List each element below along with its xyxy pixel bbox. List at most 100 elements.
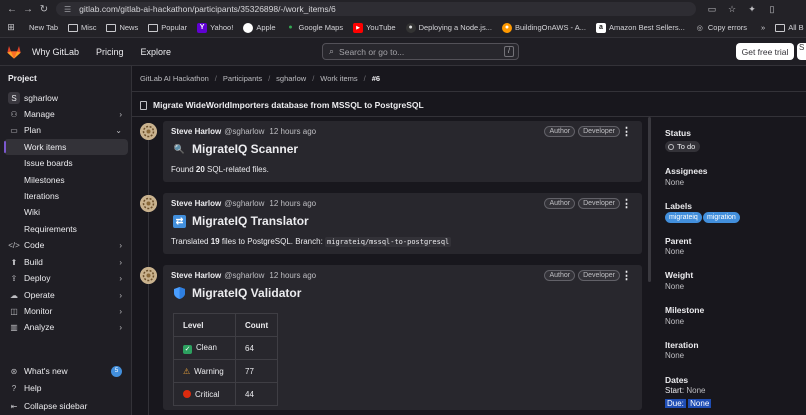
bookmark-youtube[interactable]: ▶ YouTube (353, 22, 396, 33)
chevron-right-icon: › (119, 240, 122, 250)
divider (132, 116, 806, 117)
search-icon: ⌕ (329, 46, 335, 56)
search-input[interactable]: ⌕ Search or go to... / (322, 43, 519, 60)
dates-heading: Dates (665, 375, 689, 385)
note-handle[interactable]: @sgharlow (224, 127, 264, 136)
yahoo-icon: Y (197, 22, 208, 33)
nav-pricing[interactable]: Pricing (96, 47, 124, 57)
avatar[interactable] (140, 123, 157, 140)
avatar[interactable] (140, 267, 157, 284)
role-badge: Developer (578, 198, 620, 209)
iteration-heading: Iteration (665, 340, 699, 350)
more-bookmarks-icon[interactable]: » (761, 23, 765, 32)
label-pill[interactable]: migration (703, 212, 740, 223)
table-row: ✓ Clean 64 (173, 336, 279, 360)
magnifier-icon: 🔍 (173, 143, 186, 154)
breadcrumb-item[interactable]: Work items (320, 74, 357, 83)
note-body: Translated 19 files to PostgreSQL. Branc… (171, 237, 452, 247)
scrollbar-thumb[interactable] (648, 117, 651, 282)
bookmark-new-tab[interactable]: New Tab (29, 23, 58, 32)
note-timestamp[interactable]: 12 hours ago (269, 199, 316, 208)
whats-new-button[interactable]: ⊛ What's new 5 (4, 363, 128, 379)
sidebar-item-deploy[interactable]: ⇪ Deploy › (4, 270, 128, 286)
column-header-count: Count (234, 313, 279, 337)
bookmark-google-maps[interactable]: ● Google Maps (286, 23, 343, 33)
bookmark-copy-errors[interactable]: ◎ Copy errors (695, 23, 747, 33)
sidebar-item-issue-boards[interactable]: Issue boards (4, 155, 128, 171)
nav-explore[interactable]: Explore (141, 47, 172, 57)
bookmark-popular[interactable]: Popular (148, 23, 187, 32)
breadcrumb-item[interactable]: sgharlow (276, 74, 306, 83)
breadcrumb-item[interactable]: Participants (223, 74, 262, 83)
apple-icon (243, 22, 254, 33)
gitlab-top-bar: Why GitLab Pricing Explore ⌕ Search or g… (0, 38, 806, 66)
url-text: gitlab.com/gitlab-ai-hackathon/participa… (79, 4, 336, 14)
bookmark-news[interactable]: News (106, 23, 138, 32)
extensions-icon[interactable]: ✦ (744, 4, 760, 15)
bookmark-deploying-node[interactable]: ● Deploying a Node.js... (405, 22, 492, 33)
avatar[interactable] (140, 195, 157, 212)
sidebar-item-iterations[interactable]: Iterations (4, 188, 128, 204)
profile-icon[interactable]: ▯ (764, 4, 780, 15)
sidebar-item-code[interactable]: </> Code › (4, 237, 128, 253)
author-badge: Author (544, 198, 576, 209)
reload-icon[interactable]: ↻ (36, 0, 52, 18)
note-timestamp[interactable]: 12 hours ago (269, 127, 316, 136)
plan-icon: ▭ (10, 125, 18, 135)
rocket-icon: ⬆ (10, 257, 18, 267)
site-info-icon[interactable]: ☰ (64, 5, 71, 14)
sidebar-item-analyze[interactable]: ▥ Analyze › (4, 319, 128, 335)
star-icon[interactable]: ☆ (724, 4, 740, 15)
folder-icon (148, 23, 159, 32)
bookmark-misc[interactable]: Misc (68, 23, 96, 32)
content-scrollbar[interactable] (648, 117, 651, 415)
sign-in-button[interactable]: S (797, 43, 806, 60)
labels-heading: Labels (665, 201, 692, 211)
status-badge[interactable]: To do (665, 141, 701, 152)
sidebar-item-monitor[interactable]: ◫ Monitor › (4, 303, 128, 319)
site-icon: ● (501, 22, 512, 33)
gitlab-logo-icon[interactable] (6, 44, 22, 60)
note-author[interactable]: Steve Harlow (171, 127, 221, 136)
nav-why-gitlab[interactable]: Why GitLab (32, 47, 79, 57)
back-icon[interactable]: ← (4, 0, 20, 18)
apps-grid-icon[interactable]: ⊞ (6, 22, 19, 33)
url-field[interactable]: ☰ gitlab.com/gitlab-ai-hackathon/partici… (56, 2, 696, 16)
help-button[interactable]: ? Help (4, 380, 128, 396)
bookmark-yahoo[interactable]: Y Yahoo! (197, 22, 233, 33)
note-handle[interactable]: @sgharlow (224, 199, 264, 208)
more-actions-icon[interactable]: ⋮ (621, 269, 632, 282)
breadcrumb-current[interactable]: #6 (372, 74, 380, 83)
forward-icon[interactable]: → (20, 0, 36, 18)
sidebar-project-link[interactable]: S sgharlow (4, 90, 128, 106)
more-actions-icon[interactable]: ⋮ (621, 197, 632, 210)
sidebar-item-work-items[interactable]: Work items (4, 139, 128, 155)
label-pill[interactable]: migrateiq (665, 212, 702, 223)
sidebar-item-milestones[interactable]: Milestones (4, 172, 128, 188)
monitor-icon: ◫ (10, 306, 18, 316)
bookmark-apple[interactable]: Apple (243, 22, 276, 33)
sidebar-item-build[interactable]: ⬆ Build › (4, 254, 128, 270)
status-circle-icon (668, 143, 674, 150)
project-name: sgharlow (24, 93, 59, 103)
breadcrumb-item[interactable]: GitLab AI Hackathon (140, 74, 209, 83)
more-actions-icon[interactable]: ⋮ (621, 125, 632, 138)
get-free-trial-button[interactable]: Get free trial (736, 43, 794, 60)
sidebar-item-operate[interactable]: ☁ Operate › (4, 287, 128, 303)
bookmark-amazon[interactable]: a Amazon Best Sellers... (595, 22, 685, 33)
compass-icon: ⊛ (10, 366, 18, 376)
cast-icon[interactable]: ▭ (704, 4, 720, 15)
collapse-sidebar-button[interactable]: ⇤ Collapse sidebar (4, 398, 128, 414)
sidebar-item-plan[interactable]: ▭ Plan ⌄ (4, 122, 128, 138)
note-handle[interactable]: @sgharlow (224, 271, 264, 280)
sidebar-item-requirements[interactable]: Requirements (4, 221, 128, 237)
sidebar-item-wiki[interactable]: Wiki (4, 204, 128, 220)
note-timestamp[interactable]: 12 hours ago (269, 271, 316, 280)
sidebar-item-manage[interactable]: ⚇ Manage › (4, 106, 128, 122)
note-author[interactable]: Steve Harlow (171, 271, 221, 280)
all-bookmarks[interactable]: All B (775, 23, 804, 32)
level-cell: Critical (173, 382, 236, 406)
bookmark-building-on-aws[interactable]: ● BuildingOnAWS - A... (501, 22, 586, 33)
note-author[interactable]: Steve Harlow (171, 199, 221, 208)
folder-icon (68, 23, 79, 32)
